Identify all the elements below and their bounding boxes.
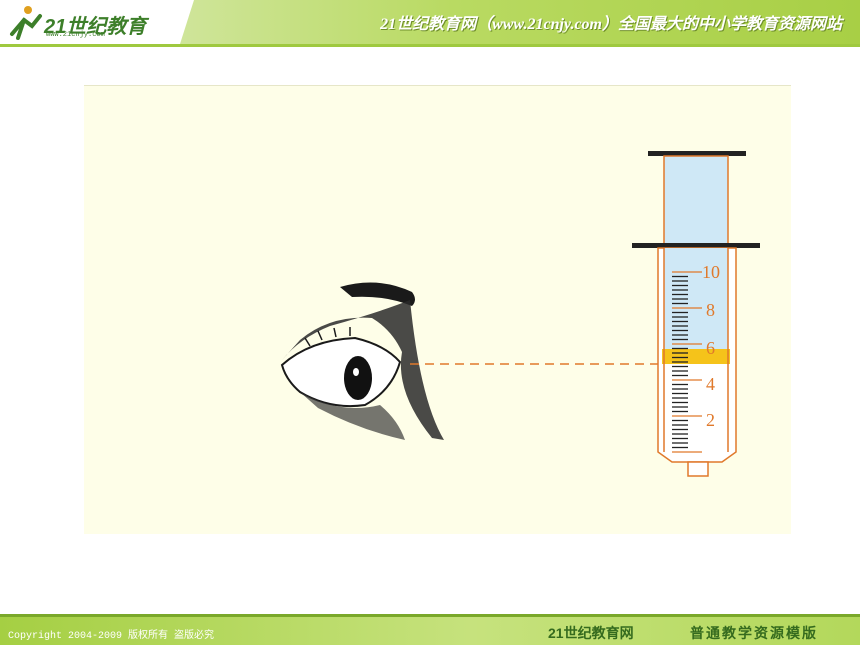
scale-label-8: 8: [706, 300, 715, 320]
syringe-tip: [687, 461, 709, 477]
plunger-rod: [663, 155, 729, 245]
footer-brand: 21世纪教育网: [548, 625, 634, 641]
copyright-text: Copyright 2004-2009 版权所有 盗版必究: [8, 631, 215, 642]
syringe-reading-illustration: 10 8 6 4 2: [280, 151, 760, 477]
scale-label-10: 10: [702, 262, 720, 282]
eye-sketch: [280, 282, 444, 440]
footer-bar: Copyright 2004-2009 版权所有 盗版必究 21世纪教育网 普通…: [0, 617, 860, 645]
scale-label-4: 4: [706, 374, 715, 394]
scale-label-2: 2: [706, 410, 715, 430]
scale-label-6: 6: [706, 338, 715, 358]
syringe: 10 8 6 4 2: [632, 151, 760, 477]
footer-tagline: 普通教学资源模版: [690, 625, 818, 641]
